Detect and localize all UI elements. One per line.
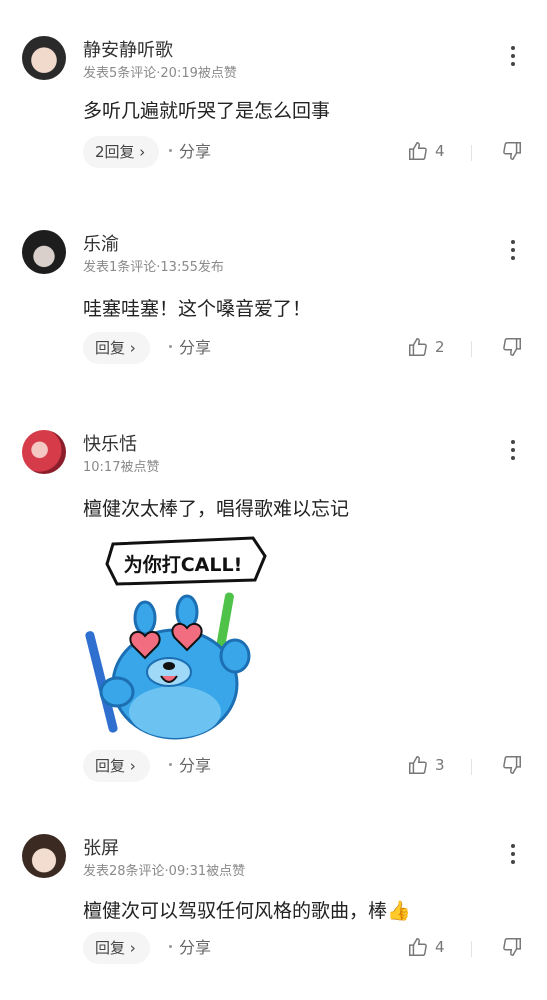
separator-dot	[169, 763, 172, 766]
divider	[471, 145, 472, 161]
thumbs-up-icon	[409, 338, 427, 356]
comment-text: 檀健次可以驾驭任何风格的歌曲，棒👍	[83, 900, 411, 922]
thumbs-down-icon	[503, 142, 521, 160]
avatar[interactable]	[22, 834, 66, 878]
comment-meta: 发表1条评论·13:55发布	[83, 260, 224, 275]
thumbs-down-icon	[503, 938, 521, 956]
more-vertical-icon[interactable]	[500, 42, 526, 82]
comment-actions: 回复 › 分享 4	[83, 932, 533, 966]
sticker-image[interactable]: 为你打CALL!	[83, 534, 285, 742]
reply-button[interactable]: 回复 ›	[83, 750, 150, 782]
comment-meta: 10:17被点赞	[83, 460, 160, 475]
reply-button[interactable]: 回复 ›	[83, 332, 150, 364]
commenter-name[interactable]: 乐渝	[83, 230, 119, 256]
avatar[interactable]	[22, 36, 66, 80]
divider	[471, 941, 472, 957]
separator-dot	[169, 149, 172, 152]
separator-dot	[169, 945, 172, 948]
cheering-mascot-sticker: 为你打CALL!	[85, 536, 267, 740]
avatar[interactable]	[22, 430, 66, 474]
comment-text: 檀健次太棒了，唱得歌难以忘记	[83, 498, 350, 520]
comment-actions: 回复 › 分享 2	[83, 332, 533, 366]
comment-meta: 发表5条评论·20:19被点赞	[83, 66, 237, 81]
dislike-button[interactable]	[501, 936, 523, 962]
commenter-name[interactable]: 静安静听歌	[83, 36, 173, 62]
more-vertical-icon[interactable]	[500, 436, 526, 476]
thumbs-up-icon	[409, 142, 427, 160]
separator-dot	[169, 345, 172, 348]
more-vertical-icon[interactable]	[500, 840, 526, 880]
share-button[interactable]: 分享	[179, 136, 211, 168]
comment-actions: 回复 › 分享 3	[83, 750, 533, 784]
comment-text: 多听几遍就听哭了是怎么回事	[83, 100, 331, 122]
reply-button[interactable]: 回复 ›	[83, 932, 150, 964]
comment-item: 乐渝 发表1条评论·13:55发布 哇塞哇塞！这个嗓音爱了！ 回复 › 分享 2	[0, 230, 547, 370]
comment-item: 快乐恬 10:17被点赞 檀健次太棒了，唱得歌难以忘记 为你打CALL! 回复 …	[0, 430, 547, 790]
comment-item: 静安静听歌 发表5条评论·20:19被点赞 多听几遍就听哭了是怎么回事 2回复 …	[0, 36, 547, 176]
thumbs-down-icon	[503, 338, 521, 356]
comment-actions: 2回复 › 分享 4	[83, 136, 533, 170]
share-button[interactable]: 分享	[179, 750, 211, 782]
avatar[interactable]	[22, 230, 66, 274]
divider	[471, 759, 472, 775]
dislike-button[interactable]	[501, 140, 523, 166]
comment-meta: 发表28条评论·09:31被点赞	[83, 864, 246, 879]
like-count: 2	[435, 338, 445, 356]
commenter-name[interactable]: 快乐恬	[83, 430, 137, 456]
divider	[471, 341, 472, 357]
thumbs-up-icon	[409, 756, 427, 774]
dislike-button[interactable]	[501, 754, 523, 780]
sticker-caption: 为你打CALL!	[124, 553, 243, 576]
like-count: 3	[435, 756, 445, 774]
comment-item: 张屏 发表28条评论·09:31被点赞 檀健次可以驾驭任何风格的歌曲，棒👍 回复…	[0, 834, 547, 974]
thumbs-up-icon	[409, 938, 427, 956]
thumbs-down-icon	[503, 756, 521, 774]
comment-text: 哇塞哇塞！这个嗓音爱了！	[83, 298, 312, 320]
reply-button[interactable]: 2回复 ›	[83, 136, 160, 168]
like-count: 4	[435, 938, 445, 956]
like-count: 4	[435, 142, 445, 160]
more-vertical-icon[interactable]	[500, 236, 526, 276]
share-button[interactable]: 分享	[179, 332, 211, 364]
commenter-name[interactable]: 张屏	[83, 834, 119, 860]
dislike-button[interactable]	[501, 336, 523, 362]
share-button[interactable]: 分享	[179, 932, 211, 964]
